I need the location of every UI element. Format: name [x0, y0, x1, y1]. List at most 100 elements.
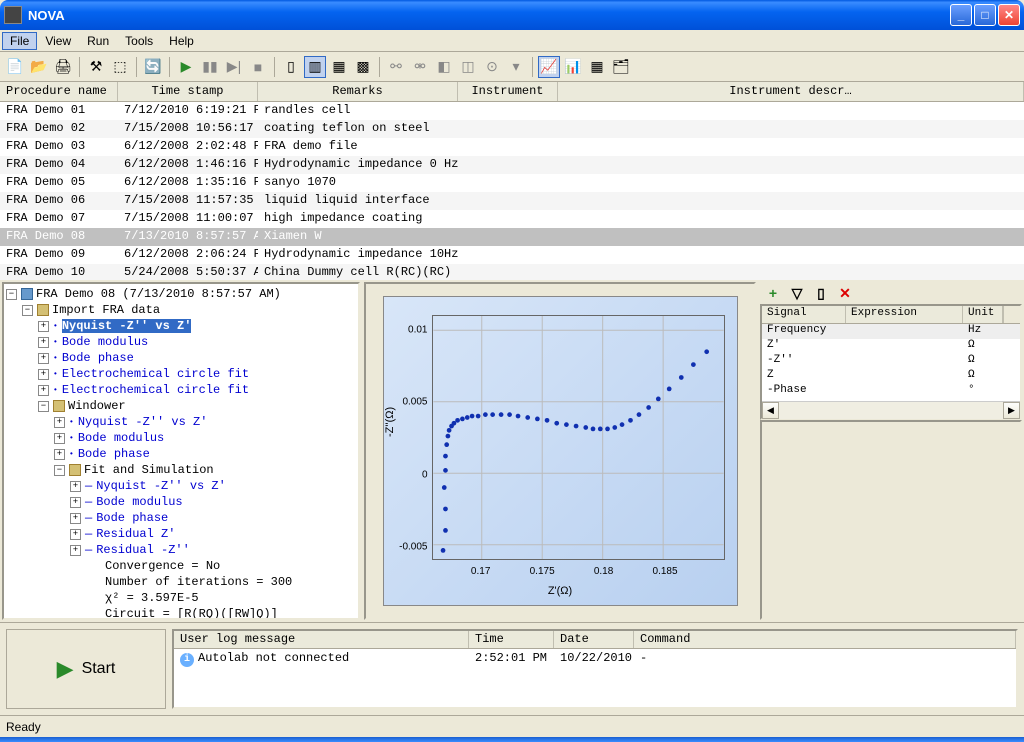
col-instrument[interactable]: Instrument — [458, 82, 558, 101]
tree-item[interactable]: Bode modulus — [78, 431, 164, 445]
tree-item[interactable]: Nyquist -Z'' vs Z' — [78, 415, 208, 429]
signal-row[interactable]: Z'Ω — [762, 339, 1020, 354]
table-row[interactable]: FRA Demo 046/12/2008 1:46:16 PMHydrodyna… — [0, 156, 1024, 174]
tree-expand-icon[interactable]: + — [54, 417, 65, 428]
table-row[interactable]: FRA Demo 096/12/2008 2:06:24 PMHydrodyna… — [0, 246, 1024, 264]
tree-collapse-icon[interactable]: − — [54, 465, 65, 476]
col-signal[interactable]: Signal — [762, 306, 846, 323]
tree-body[interactable]: −FRA Demo 08 (7/13/2010 8:57:57 AM) −Imp… — [4, 284, 358, 618]
stop-icon[interactable]: ■ — [247, 56, 269, 78]
tree-expand-icon[interactable]: + — [70, 545, 81, 556]
tree-item[interactable]: Electrochemical circle fit — [62, 367, 249, 381]
nyquist-chart[interactable]: -Z''(Ω) Z'(Ω) -0.00500.0050.010.170.1750… — [383, 296, 738, 606]
menu-help[interactable]: Help — [161, 32, 202, 50]
col-log-cmd[interactable]: Command — [634, 631, 1016, 648]
view-icon-2[interactable]: 🗂 — [610, 56, 632, 78]
tree-collapse-icon[interactable]: − — [6, 289, 17, 300]
menu-tools[interactable]: Tools — [117, 32, 161, 50]
table-row[interactable]: FRA Demo 067/15/2008 11:57:35 AMliquid l… — [0, 192, 1024, 210]
tree-expand-icon[interactable]: + — [70, 529, 81, 540]
tree-import[interactable]: Import FRA data — [52, 303, 160, 317]
tree-expand-icon[interactable]: + — [38, 337, 49, 348]
table-row[interactable]: FRA Demo 087/13/2010 8:57:57 AMXiamen W — [0, 228, 1024, 246]
scroll-right-icon[interactable]: ▶ — [1003, 402, 1020, 419]
tree-item[interactable]: Bode modulus — [96, 495, 182, 509]
col-expression[interactable]: Expression — [846, 306, 963, 323]
menu-file[interactable]: File — [2, 32, 37, 50]
tree-item[interactable]: Residual -Z'' — [96, 543, 190, 557]
tree-expand-icon[interactable]: + — [38, 369, 49, 380]
dropdown-icon[interactable]: ▾ — [505, 56, 527, 78]
tree-collapse-icon[interactable]: − — [22, 305, 33, 316]
filter-icon[interactable]: ▽ — [788, 284, 806, 302]
table-row[interactable]: FRA Demo 027/15/2008 10:56:17 AMcoating … — [0, 120, 1024, 138]
misc-icon-1[interactable]: ◧ — [433, 56, 455, 78]
minimize-button[interactable]: _ — [950, 4, 972, 26]
layout-icon-1[interactable]: ▯ — [280, 56, 302, 78]
layout-icon-2[interactable]: ▥ — [304, 56, 326, 78]
tool-icon-1[interactable]: ⚒ — [85, 56, 107, 78]
signal-row[interactable]: -Z''Ω — [762, 354, 1020, 369]
menu-view[interactable]: View — [37, 32, 79, 50]
tree-item[interactable]: Bode phase — [96, 511, 168, 525]
close-button[interactable]: ✕ — [998, 4, 1020, 26]
table-row[interactable]: FRA Demo 105/24/2008 5:50:37 AMChina Dum… — [0, 264, 1024, 280]
tree-item[interactable]: Bode phase — [62, 351, 134, 365]
misc-icon-3[interactable]: ⊙ — [481, 56, 503, 78]
new-icon[interactable]: 📄 — [4, 56, 26, 78]
col-log-date[interactable]: Date — [554, 631, 634, 648]
tree-expand-icon[interactable]: + — [70, 481, 81, 492]
grid-body[interactable]: FRA Demo 017/12/2010 6:19:21 PMrandles c… — [0, 102, 1024, 280]
step-icon[interactable]: ▶| — [223, 56, 245, 78]
maximize-button[interactable]: □ — [974, 4, 996, 26]
col-procedure[interactable]: Procedure name — [0, 82, 118, 101]
menu-run[interactable]: Run — [79, 32, 117, 50]
tree-root[interactable]: FRA Demo 08 (7/13/2010 8:57:57 AM) — [36, 287, 281, 301]
view-icon-1[interactable]: 📊 — [562, 56, 584, 78]
display-icon[interactable]: ▯ — [812, 284, 830, 302]
tree-expand-icon[interactable]: + — [54, 449, 65, 460]
table-row[interactable]: FRA Demo 056/12/2008 1:35:16 PMsanyo 107… — [0, 174, 1024, 192]
tree-expand-icon[interactable]: + — [70, 513, 81, 524]
tree-expand-icon[interactable]: + — [70, 497, 81, 508]
open-icon[interactable]: 📂 — [28, 56, 50, 78]
delete-signal-icon[interactable]: ✕ — [836, 284, 854, 302]
signal-hscroll[interactable]: ◀ ▶ — [762, 401, 1020, 418]
tree-expand-icon[interactable]: + — [54, 433, 65, 444]
tree-item[interactable]: Bode modulus — [62, 335, 148, 349]
table-row[interactable]: FRA Demo 017/12/2010 6:19:21 PMrandles c… — [0, 102, 1024, 120]
col-unit[interactable]: Unit — [963, 306, 1003, 323]
play-icon[interactable]: ▶ — [175, 56, 197, 78]
tree-item[interactable]: Nyquist -Z'' vs Z' — [96, 479, 226, 493]
col-remarks[interactable]: Remarks — [258, 82, 458, 101]
chart-icon[interactable]: 📈 — [538, 56, 560, 78]
start-button[interactable]: ▶ Start — [6, 629, 166, 709]
print-icon[interactable]: 🖨 — [52, 56, 74, 78]
refresh-icon[interactable]: 🔄 — [142, 56, 164, 78]
layout-icon-4[interactable]: ▩ — [352, 56, 374, 78]
grid-icon[interactable]: ▦ — [586, 56, 608, 78]
tree-collapse-icon[interactable]: − — [38, 401, 49, 412]
misc-icon-2[interactable]: ◫ — [457, 56, 479, 78]
tree-expand-icon[interactable]: + — [38, 353, 49, 364]
col-instrument-descr[interactable]: Instrument descr… — [558, 82, 1024, 101]
log-row[interactable]: iAutolab not connected 2:52:01 PM 10/22/… — [174, 649, 1016, 669]
tree-expand-icon[interactable]: + — [38, 321, 49, 332]
signal-row[interactable]: -Phase° — [762, 384, 1020, 399]
layout-icon-3[interactable]: ▦ — [328, 56, 350, 78]
pause-icon[interactable]: ▮▮ — [199, 56, 221, 78]
unlink-icon[interactable]: ⚮ — [409, 56, 431, 78]
table-row[interactable]: FRA Demo 036/12/2008 2:02:48 PMFRA demo … — [0, 138, 1024, 156]
tree-windower[interactable]: Windower — [68, 399, 126, 413]
scroll-left-icon[interactable]: ◀ — [762, 402, 779, 419]
tree-item[interactable]: Residual Z' — [96, 527, 175, 541]
col-log-time[interactable]: Time — [469, 631, 554, 648]
tree-item[interactable]: Electrochemical circle fit — [62, 383, 249, 397]
tree-fit[interactable]: Fit and Simulation — [84, 463, 214, 477]
signal-row[interactable]: ZΩ — [762, 369, 1020, 384]
tree-expand-icon[interactable]: + — [38, 385, 49, 396]
col-timestamp[interactable]: Time stamp — [118, 82, 258, 101]
link-icon[interactable]: ⚯ — [385, 56, 407, 78]
signal-row[interactable]: FrequencyHz — [762, 324, 1020, 339]
tool-icon-2[interactable]: ⬚ — [109, 56, 131, 78]
